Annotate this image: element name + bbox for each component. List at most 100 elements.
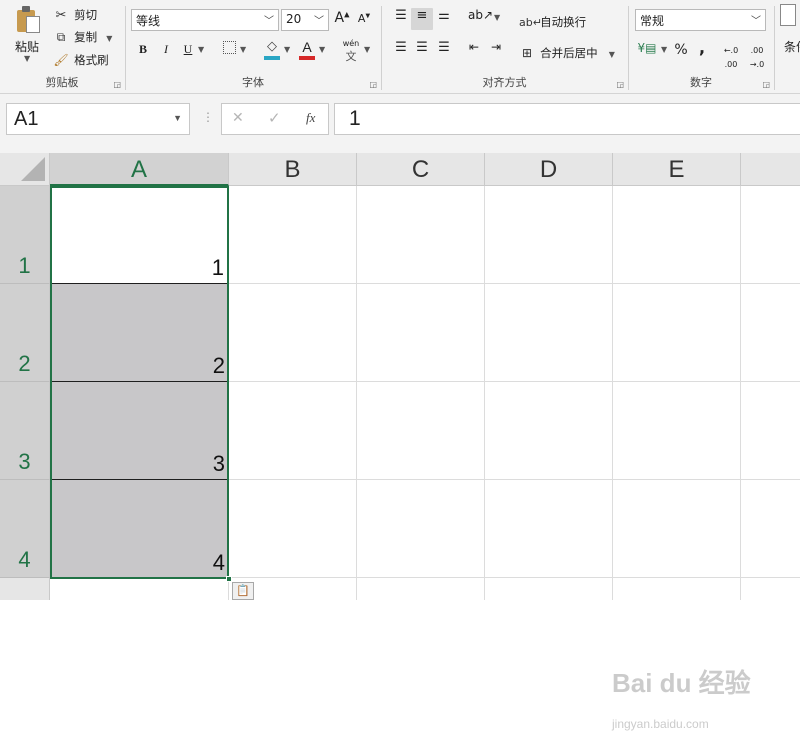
paste-options-icon[interactable]: 📋 xyxy=(232,582,254,600)
cell-e5[interactable] xyxy=(613,578,741,600)
cell-f1[interactable] xyxy=(741,186,800,284)
border-dropdown-icon[interactable]: ▼ xyxy=(240,45,246,54)
font-name-select[interactable]: 等线 ﹀ xyxy=(131,9,279,31)
align-right-button[interactable]: ☰ xyxy=(434,40,454,55)
select-all-button[interactable] xyxy=(0,153,50,186)
insert-function-icon[interactable]: fx xyxy=(306,110,315,126)
increase-indent-button[interactable]: ⇥ xyxy=(486,40,506,54)
cell-e2[interactable] xyxy=(613,284,741,382)
cell-d3[interactable] xyxy=(485,382,613,480)
row-header-3[interactable]: 3 xyxy=(0,382,50,480)
conditional-format-button[interactable]: 条件 xyxy=(780,4,800,54)
column-header-b[interactable]: B xyxy=(229,153,357,186)
align-left-button[interactable]: ☰ xyxy=(391,40,411,55)
column-header-e[interactable]: E xyxy=(613,153,741,186)
cell-c4[interactable] xyxy=(357,480,485,578)
merge-center-button[interactable]: ⊞ 合并后居中 ▼ xyxy=(519,42,615,61)
number-launcher-icon[interactable]: ◲ xyxy=(762,80,770,89)
format-painter-button[interactable]: 🖌 格式刷 xyxy=(53,49,108,67)
fill-color-dropdown-icon[interactable]: ▼ xyxy=(284,45,290,54)
merge-dropdown-icon[interactable]: ▼ xyxy=(609,50,615,59)
orientation-button[interactable]: ab↗ xyxy=(468,8,493,30)
cell-d4[interactable] xyxy=(485,480,613,578)
clipboard-launcher-icon[interactable]: ◲ xyxy=(113,80,121,89)
column-header-f[interactable] xyxy=(741,153,800,186)
cell-c3[interactable] xyxy=(357,382,485,480)
cell-e1[interactable] xyxy=(613,186,741,284)
cell-c1[interactable] xyxy=(357,186,485,284)
column-header-c[interactable]: C xyxy=(357,153,485,186)
cell-d2[interactable] xyxy=(485,284,613,382)
cell-f5[interactable] xyxy=(741,578,800,600)
bold-button[interactable]: B xyxy=(135,42,151,57)
enter-icon[interactable]: ✓ xyxy=(268,109,281,127)
phonetic-dropdown-icon[interactable]: ▼ xyxy=(364,45,370,54)
row-header-1[interactable]: 1 xyxy=(0,186,50,284)
italic-button[interactable]: I xyxy=(158,42,174,57)
styles-group: 条件 xyxy=(775,0,800,94)
fill-color-button[interactable]: ◇ xyxy=(263,39,281,60)
cell-d1[interactable] xyxy=(485,186,613,284)
copy-button[interactable]: ⧉ 复制 ▼ xyxy=(53,26,113,44)
cell-a1[interactable]: 1 xyxy=(50,186,229,284)
cell-a4[interactable]: 4 xyxy=(50,480,229,578)
column-header-a[interactable]: A xyxy=(50,153,229,186)
font-launcher-icon[interactable]: ◲ xyxy=(369,80,377,89)
font-color-button[interactable]: A xyxy=(298,39,316,60)
paste-dropdown-icon[interactable]: ▼ xyxy=(24,54,30,63)
number-format-select[interactable]: 常规 ﹀ xyxy=(635,9,766,31)
cell-e4[interactable] xyxy=(613,480,741,578)
cell-f2[interactable] xyxy=(741,284,800,382)
cell-a2[interactable]: 2 xyxy=(50,284,229,382)
align-center-button[interactable]: ☰ xyxy=(412,40,432,55)
border-button[interactable] xyxy=(220,41,238,57)
formula-bar-grip-icon[interactable]: ⋮ xyxy=(202,110,214,124)
cell-f4[interactable] xyxy=(741,480,800,578)
watermark-logo: Bai du 经验 xyxy=(612,668,751,698)
comma-button[interactable]: , xyxy=(695,38,709,57)
column-header-d[interactable]: D xyxy=(485,153,613,186)
paste-button[interactable]: 粘贴 ▼ xyxy=(8,4,48,66)
formula-input[interactable]: 1 xyxy=(334,103,800,135)
cell-d5[interactable] xyxy=(485,578,613,600)
cell-e3[interactable] xyxy=(613,382,741,480)
font-size-select[interactable]: 20 ﹀ xyxy=(281,9,329,31)
cell-c2[interactable] xyxy=(357,284,485,382)
increase-decimal-button[interactable]: ←.0.00 xyxy=(721,42,741,70)
shrink-font-button[interactable]: A▼ xyxy=(355,12,373,25)
row-header-5[interactable] xyxy=(0,578,50,600)
align-top-button[interactable]: ☰ xyxy=(391,8,411,30)
underline-button[interactable]: U xyxy=(180,42,196,57)
grow-font-button[interactable]: A▲ xyxy=(333,10,351,26)
align-bottom-button[interactable]: ⚌ xyxy=(434,8,454,30)
wrap-text-button[interactable]: ab↵ 自动换行 xyxy=(519,11,586,30)
cell-b2[interactable] xyxy=(229,284,357,382)
font-color-dropdown-icon[interactable]: ▼ xyxy=(319,45,325,54)
cancel-icon[interactable]: ✕ xyxy=(232,110,244,126)
cut-button[interactable]: ✂ 剪切 xyxy=(53,4,98,23)
align-middle-button[interactable]: ≡ xyxy=(411,8,433,30)
row-header-4[interactable]: 4 xyxy=(0,480,50,578)
alignment-launcher-icon[interactable]: ◲ xyxy=(616,80,624,89)
name-box[interactable]: A1 ▼ xyxy=(6,103,190,135)
orientation-dropdown-icon[interactable]: ▼ xyxy=(494,13,500,22)
underline-dropdown-icon[interactable]: ▼ xyxy=(198,45,204,54)
copy-dropdown-icon[interactable]: ▼ xyxy=(106,34,112,43)
paste-label: 粘贴 xyxy=(15,40,40,54)
row-header-2[interactable]: 2 xyxy=(0,284,50,382)
cell-b4[interactable] xyxy=(229,480,357,578)
phonetic-button[interactable]: wén 文 xyxy=(340,39,362,64)
percent-button[interactable]: % xyxy=(673,42,689,58)
currency-dropdown-icon[interactable]: ▼ xyxy=(661,45,667,54)
cell-b3[interactable] xyxy=(229,382,357,480)
decrease-indent-button[interactable]: ⇤ xyxy=(464,40,484,54)
cell-a5[interactable] xyxy=(50,578,229,600)
decrease-decimal-button[interactable]: .00 →.0 xyxy=(747,42,767,70)
clipboard-group-label: 剪贴板 xyxy=(45,76,79,89)
cell-b1[interactable] xyxy=(229,186,357,284)
cell-a3[interactable]: 3 xyxy=(50,382,229,480)
cell-c5[interactable] xyxy=(357,578,485,600)
currency-button[interactable]: ¥▤ xyxy=(637,41,657,55)
cell-f3[interactable] xyxy=(741,382,800,480)
chevron-down-icon[interactable]: ▼ xyxy=(173,113,182,123)
